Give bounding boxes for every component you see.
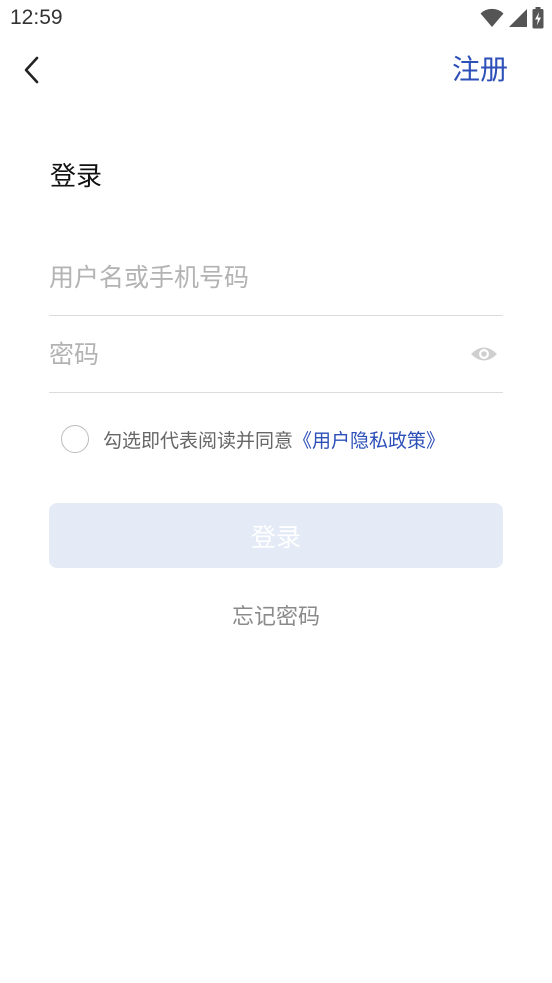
back-button[interactable] <box>14 52 50 88</box>
agree-checkbox[interactable] <box>61 425 89 453</box>
wifi-icon <box>480 8 504 28</box>
login-button[interactable]: 登录 <box>49 503 503 568</box>
status-bar: 12:59 <box>0 0 552 38</box>
battery-charging-icon <box>532 7 544 29</box>
status-icons <box>480 7 544 29</box>
privacy-policy-link[interactable]: 《用户隐私政策》 <box>293 426 445 453</box>
eye-icon <box>471 347 497 361</box>
username-input[interactable] <box>49 240 503 315</box>
cellular-signal-icon <box>509 9 527 27</box>
page-title: 登录 <box>50 162 103 192</box>
password-input[interactable] <box>49 317 449 392</box>
status-time: 12:59 <box>10 6 63 29</box>
chevron-left-icon <box>24 56 39 84</box>
register-button[interactable]: 注册 <box>452 52 508 88</box>
password-field <box>49 317 503 393</box>
privacy-agreement: 勾选即代表阅读并同意 《用户隐私政策》 <box>61 423 445 455</box>
agreement-text: 勾选即代表阅读并同意 <box>103 429 294 452</box>
nav-bar: 注册 <box>0 38 552 104</box>
forgot-password-link[interactable]: 忘记密码 <box>0 600 552 636</box>
username-field <box>49 240 503 316</box>
password-visibility-toggle[interactable] <box>469 339 499 369</box>
